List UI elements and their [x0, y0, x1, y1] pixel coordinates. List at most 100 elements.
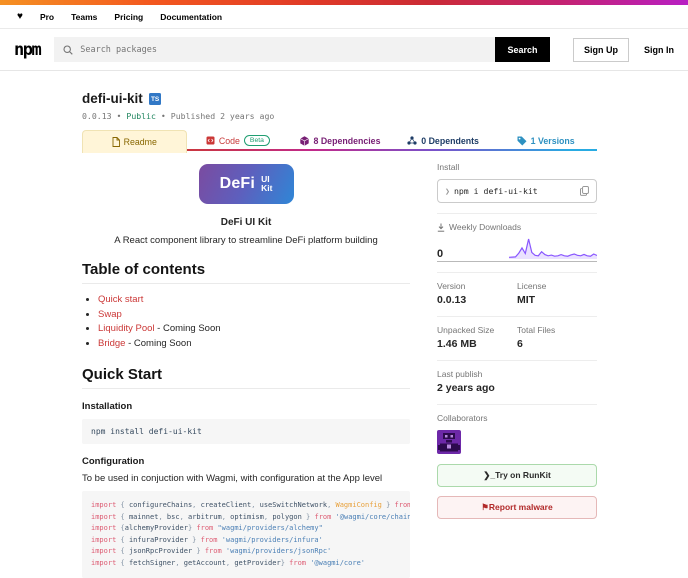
toc-link-swap[interactable]: Swap	[98, 309, 122, 320]
nav-item-pricing[interactable]: Pricing	[114, 12, 143, 22]
terminal-prompt-icon: ❯_	[483, 470, 496, 480]
code-token: ,	[251, 501, 260, 509]
code-token: {	[116, 535, 129, 544]
tab-dependencies-label: 8 Dependencies	[313, 135, 381, 146]
report-malware-button[interactable]: ⚑Report malware	[437, 496, 597, 519]
tab-code[interactable]: Code Beta	[187, 130, 290, 151]
signup-button[interactable]: Sign Up	[573, 37, 629, 62]
divider	[437, 213, 597, 214]
code-token: {	[116, 558, 129, 567]
nav-item-documentation[interactable]: Documentation	[160, 12, 222, 22]
beta-badge: Beta	[243, 135, 270, 146]
code-token: import	[91, 524, 117, 532]
nav-item-teams[interactable]: Teams	[71, 12, 97, 22]
npm-logo[interactable]: npm	[14, 40, 42, 60]
utility-nav: ♥ Pro Teams Pricing Documentation	[0, 5, 688, 29]
readme-file-icon	[112, 137, 120, 147]
code-token: arbitrum	[188, 512, 222, 521]
code-token: jsonRpcProvider	[128, 547, 193, 555]
code-token: ,	[327, 501, 336, 509]
tab-readme-label: Readme	[123, 137, 157, 147]
weekly-downloads-value: 0	[437, 248, 444, 260]
code-token: createClient	[200, 501, 252, 509]
code-token: import	[91, 558, 117, 567]
tab-dependents[interactable]: 0 Dependents	[392, 130, 495, 151]
code-token: from	[314, 512, 332, 521]
package-tabs: Readme Code Beta 8 Dependencies 0 Depend…	[82, 130, 597, 153]
logo-text-main: DeFi	[219, 175, 256, 192]
toc-link-quick-start[interactable]: Quick start	[98, 294, 143, 305]
logo-text-stack: UI Kit	[261, 174, 273, 193]
package-meta: 0.0.13 • Public • Published 2 years ago	[82, 111, 597, 121]
tab-dependents-label: 0 Dependents	[421, 135, 479, 146]
code-token: from	[204, 547, 222, 555]
code-token: }	[187, 535, 201, 544]
quick-start-heading: Quick Start	[82, 366, 410, 389]
divider	[437, 316, 597, 317]
code-token: }	[280, 558, 290, 567]
readme-content: DeFi UI Kit DeFi UI Kit A React componen…	[82, 162, 410, 578]
total-files-label: Total Files	[517, 325, 556, 335]
toc-link-bridge[interactable]: Bridge	[98, 338, 125, 349]
search-input[interactable]	[80, 44, 486, 55]
report-malware-label: Report malware	[488, 502, 553, 512]
defi-ui-kit-logo: DeFi UI Kit	[198, 164, 294, 204]
code-token: import	[91, 547, 117, 555]
code-token: bsc	[166, 512, 180, 521]
copy-icon[interactable]	[580, 186, 589, 196]
divider	[437, 272, 597, 273]
code-token: 'wagmi/providers/infura'	[217, 535, 323, 544]
code-line: import { infuraProvider } from 'wagmi/pr…	[91, 535, 401, 547]
try-on-runkit-button[interactable]: ❯_Try on RunKit	[437, 464, 597, 487]
last-publish-label: Last publish	[437, 369, 483, 379]
code-token: optimism	[230, 512, 264, 521]
toc-list: Quick start Swap Liquidity Pool - Coming…	[98, 293, 410, 351]
code-token: import	[91, 501, 117, 509]
code-token: '@wagmi/core'	[306, 558, 366, 567]
package-visibility: Public	[126, 111, 156, 121]
search-bar[interactable]	[54, 37, 495, 62]
code-token: ,	[221, 512, 231, 521]
package-name: defi-ui-kit	[82, 91, 143, 106]
code-token: ,	[263, 512, 273, 521]
tab-versions-label: 1 Versions	[530, 135, 575, 146]
code-line: import {alchemyProvider} from "wagmi/pro…	[91, 523, 401, 535]
tab-versions[interactable]: 1 Versions	[494, 130, 597, 151]
code-line: import { mainnet, bsc, arbitrum, optimis…	[91, 512, 410, 524]
code-token: getAccount	[183, 558, 226, 567]
list-item: Swap	[98, 308, 410, 323]
signin-link[interactable]: Sign In	[644, 45, 674, 55]
logo-text-kit: Kit	[261, 183, 273, 193]
code-token: polygon	[272, 512, 302, 521]
flag-icon: ⚑	[481, 502, 489, 512]
cube-icon	[300, 135, 310, 146]
code-token: '@wagmi/core/chains'	[335, 512, 410, 521]
install-label: Install	[437, 162, 460, 172]
readme-title: DeFi UI Kit	[220, 217, 272, 228]
code-token: from	[200, 535, 218, 544]
last-publish-value: 2 years ago	[437, 382, 495, 394]
collaborator-avatar[interactable]	[437, 430, 461, 454]
code-token: from	[289, 558, 306, 567]
list-item: Liquidity Pool - Coming Soon	[98, 322, 410, 337]
code-token: import	[91, 535, 117, 544]
tab-dependencies[interactable]: 8 Dependencies	[289, 130, 392, 151]
package-published: Published 2 years ago	[170, 111, 275, 121]
meta-separator: •	[116, 111, 122, 121]
collaborators-label: Collaborators	[437, 413, 488, 423]
toc-link-liquidity-pool[interactable]: Liquidity Pool	[98, 323, 155, 334]
code-token: "wagmi/providers/alchemy"	[213, 524, 323, 532]
code-token: {	[116, 524, 125, 532]
code-token: 'wagmi/providers/jsonRpc'	[221, 547, 332, 555]
install-command-box[interactable]: ❯ npm i defi-ui-kit	[437, 179, 597, 203]
tab-readme[interactable]: Readme	[82, 130, 187, 153]
code-token: {	[116, 512, 129, 521]
code-token: {	[116, 547, 129, 555]
typescript-badge-icon[interactable]: TS	[148, 92, 161, 105]
license-label: License	[517, 281, 547, 291]
heart-icon[interactable]: ♥	[17, 12, 23, 22]
nav-item-pro[interactable]: Pro	[40, 12, 54, 22]
search-button[interactable]: Search	[495, 37, 550, 62]
weekly-downloads-label: Weekly Downloads	[449, 222, 522, 232]
install-command-text: npm i defi-ui-kit	[453, 186, 538, 196]
